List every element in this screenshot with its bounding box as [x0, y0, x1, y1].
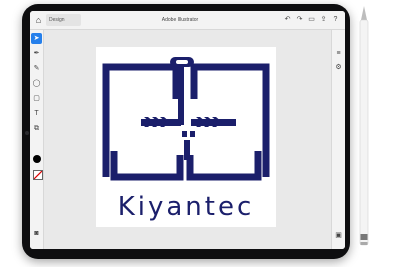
redo-icon[interactable]: ↷ — [294, 14, 305, 26]
pencil-tool-icon[interactable]: ✎ — [31, 63, 42, 74]
home-icon[interactable]: ⌂ — [33, 15, 44, 26]
kiyantec-logo: Kiyantec — [102, 57, 270, 222]
logo-right-arrow-bar — [191, 119, 236, 126]
logo-frame-strokes — [102, 63, 270, 181]
tab-design[interactable]: Design — [46, 14, 81, 26]
properties-panel-icon[interactable]: ⚙ — [333, 62, 344, 73]
apple-pencil — [358, 6, 370, 254]
left-toolbar: ➤ ✒ ✎ ◯ ▢ T ⧉ ◙ — [30, 30, 44, 249]
fill-color-swatch[interactable] — [33, 155, 41, 163]
comments-icon[interactable]: ▣ — [333, 230, 344, 241]
place-image-icon[interactable]: ⧉ — [31, 123, 42, 134]
logo-wordmark: Kiyantec — [118, 192, 255, 222]
type-tool-icon[interactable]: T — [31, 108, 42, 119]
front-camera — [25, 131, 29, 135]
camera-icon[interactable]: ◙ — [31, 228, 42, 239]
logo-center-bar — [178, 67, 184, 125]
logo-dot-1 — [182, 131, 187, 137]
share-icon[interactable]: ⇪ — [318, 14, 329, 26]
logo-dot-2 — [190, 131, 195, 137]
help-icon[interactable]: ? — [330, 14, 341, 26]
ellipse-tool-icon[interactable]: ◯ — [31, 78, 42, 89]
right-panel: ≡ ⚙ ▣ — [331, 30, 345, 249]
layers-panel-icon[interactable]: ≡ — [333, 48, 344, 59]
top-bar: ⌂ Design Adobe Illustrator ↶ ↷ ▭ ⇪ ? — [30, 11, 345, 30]
app-screen: ⌂ Design Adobe Illustrator ↶ ↷ ▭ ⇪ ? ➤ ✒… — [30, 11, 345, 249]
selection-tool-icon[interactable]: ➤ — [31, 33, 42, 44]
undo-icon[interactable]: ↶ — [282, 14, 293, 26]
layers-icon[interactable]: ▭ — [306, 14, 317, 26]
logo-capsule-inner — [176, 60, 188, 64]
logo-lower-bar — [184, 140, 190, 160]
app-title: Adobe Illustrator — [161, 17, 199, 23]
artboard[interactable]: Kiyantec — [96, 47, 276, 227]
pen-tool-icon[interactable]: ✒ — [31, 48, 42, 59]
shape-tool-icon[interactable]: ▢ — [31, 93, 42, 104]
stroke-color-swatch[interactable] — [33, 170, 43, 180]
